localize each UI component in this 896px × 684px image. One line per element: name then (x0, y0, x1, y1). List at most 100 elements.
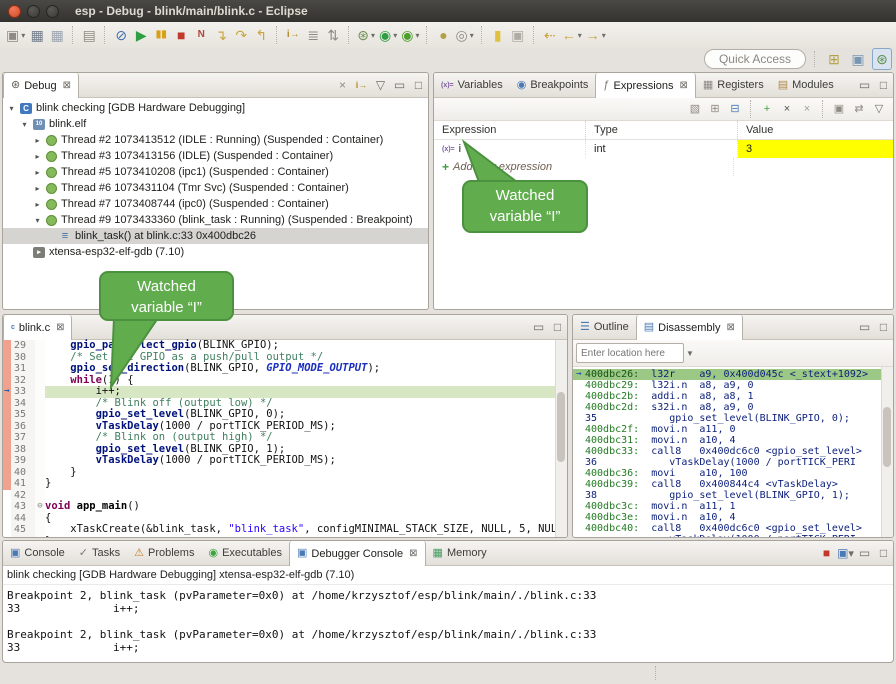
disassembly-line[interactable]: 36 vTaskDelay(1000 / portTICK_PERI (573, 457, 893, 468)
maximize-button[interactable]: □ (409, 73, 428, 97)
debug-button[interactable]: ⊛▾ (355, 24, 377, 46)
debug-tree-item[interactable]: ▸Thread #3 1073413156 (IDLE) (Suspended … (3, 148, 428, 164)
open-perspective-button[interactable]: ⊞ (824, 48, 844, 70)
disassembly-line[interactable]: 400dbc3e: movi.n a10, 4 (573, 512, 893, 523)
tab-debugger-console[interactable]: ▣Debugger Console⊠ (289, 541, 426, 566)
tab-registers[interactable]: ▦Registers (696, 73, 771, 97)
disassembly-line[interactable]: 400dbc3c: movi.n a11, 1 (573, 501, 893, 512)
expander-icon[interactable]: ▸ (33, 152, 42, 161)
editor-scrollbar[interactable] (555, 340, 567, 538)
build-button[interactable]: ▤ (79, 24, 99, 46)
location-dropdown-icon[interactable]: ▼ (686, 349, 694, 358)
terminate-button[interactable]: ■ (171, 24, 191, 46)
code-line[interactable]: 45 xTaskCreate(&blink_task, "blink_task"… (3, 524, 567, 536)
debug-tree-item[interactable]: ▾10blink.elf (3, 116, 428, 132)
add-expression-row[interactable]: +Add new expression (434, 158, 893, 176)
tab-variables[interactable]: (x)=Variables (434, 73, 510, 97)
close-icon[interactable]: ⊠ (409, 548, 417, 559)
disassembly-line[interactable]: 38 gpio_set_level(BLINK_GPIO, 1); (573, 490, 893, 501)
show-type-names-button[interactable]: ▧ (685, 100, 705, 118)
disassembly-line[interactable]: vTaskDelay(1000 / portTICK PERI (573, 534, 893, 538)
column-header-value[interactable]: Value (738, 121, 893, 139)
run-button[interactable]: ◉▾ (377, 24, 399, 46)
disassembly-line[interactable]: 400dbc2d: s32i.n a8, a9, 0 (573, 402, 893, 413)
expander-icon[interactable]: ▸ (33, 200, 42, 209)
collapse-all-button[interactable]: ⊟ (725, 100, 745, 118)
minimize-button[interactable]: ▭ (529, 315, 548, 339)
tab-modules[interactable]: ▤Modules (771, 73, 841, 97)
code-line[interactable]: 39 vTaskDelay(1000 / portTICK_PERIOD_MS)… (3, 455, 567, 467)
external-tools-button[interactable]: ◉▾ (399, 24, 421, 46)
debug-tree-item[interactable]: ▸Thread #2 1073413512 (IDLE : Running) (… (3, 132, 428, 148)
drop-to-frame-button[interactable]: ⇅ (323, 24, 343, 46)
debug-tree-item[interactable]: ▾Cblink checking [GDB Hardware Debugging… (3, 100, 428, 116)
tab-expressions[interactable]: ƒExpressions⊠ (595, 73, 695, 98)
disassembly-line[interactable]: 400dbc36: movi a10, 100 (573, 468, 893, 479)
search-button[interactable]: ◎▾ (453, 24, 475, 46)
forward-button[interactable]: →▾ (584, 24, 608, 46)
column-header-expression[interactable]: Expression (434, 121, 586, 139)
maximize-button[interactable]: □ (874, 541, 893, 565)
code-line[interactable]: 46} (3, 536, 567, 539)
new-wizard-button[interactable]: ▣▾ (4, 24, 27, 46)
disassembly-line[interactable]: 400dbc33: call8 0x400dc6c0 <gpio_set_lev… (573, 446, 893, 457)
view-menu-button[interactable]: ▽ (371, 73, 390, 97)
disconnect-button[interactable]: N (191, 24, 211, 46)
disassembly-scrollbar-thumb[interactable] (883, 407, 891, 467)
link-view-button[interactable]: ⇄ (849, 100, 869, 118)
editor-scrollbar-thumb[interactable] (557, 392, 565, 462)
window-maximize-button[interactable] (46, 5, 59, 18)
disassembly-line[interactable]: 35 gpio_set_level(BLINK_GPIO, 0); (573, 413, 893, 424)
tab-disassembly[interactable]: ▤Disassembly⊠ (636, 315, 743, 340)
close-icon[interactable]: ⊠ (679, 80, 687, 91)
use-step-filters-button[interactable]: ≣ (303, 24, 323, 46)
tab-breakpoints[interactable]: ◉Breakpoints (510, 73, 596, 97)
terminate-console-button[interactable]: ■ (817, 541, 836, 565)
console-output[interactable]: Breakpoint 2, blink_task (pvParameter=0x… (3, 585, 893, 654)
show-logical-structures-button[interactable]: ⊞ (705, 100, 725, 118)
expander-icon[interactable]: ▾ (33, 216, 42, 225)
tab-executables[interactable]: ◉Executables (201, 541, 289, 565)
tab-blink-c[interactable]: cblink.c⊠ (3, 315, 72, 340)
code-line[interactable]: 41} (3, 478, 567, 490)
code-line[interactable]: 40 } (3, 467, 567, 479)
tab-debug[interactable]: ⊛Debug⊠ (3, 73, 79, 98)
disassembly-line[interactable]: 400dbc2f: movi.n a11, 0 (573, 424, 893, 435)
add-expression-button[interactable]: + (757, 100, 777, 118)
debug-tree-item[interactable]: ≡blink_task() at blink.c:33 0x400dbc26 (3, 228, 428, 244)
window-minimize-button[interactable] (27, 5, 40, 18)
annotations-button[interactable]: ▣ (508, 24, 528, 46)
expander-icon[interactable]: ▸ (33, 184, 42, 193)
expander-icon[interactable]: ▸ (33, 136, 42, 145)
remove-all-terminated-button[interactable]: × (333, 73, 352, 97)
disassembly-line[interactable]: 400dbc39: call8 0x400844c4 <vTaskDelay> (573, 479, 893, 490)
resume-button[interactable]: ▶ (131, 24, 151, 46)
tab-outline[interactable]: ☰Outline (573, 315, 636, 339)
location-input[interactable] (576, 343, 684, 363)
fold-marker[interactable]: ⊖ (35, 501, 45, 513)
close-icon[interactable]: ⊠ (63, 80, 71, 91)
mark-occurrences-button[interactable]: ▮ (488, 24, 508, 46)
close-icon[interactable]: ⊠ (727, 322, 735, 333)
save-button[interactable]: ▦ (27, 24, 47, 46)
save-all-button[interactable]: ▦ (47, 24, 67, 46)
maximize-button[interactable]: □ (874, 315, 893, 339)
disassembly-line[interactable]: 400dbc31: movi.n a10, 4 (573, 435, 893, 446)
tab-tasks[interactable]: ✓Tasks (72, 541, 127, 565)
close-icon[interactable]: ⊠ (56, 322, 64, 333)
expander-icon[interactable]: ▾ (7, 104, 16, 113)
disassembly-line[interactable]: 400dbc29: l32i.n a8, a9, 0 (573, 380, 893, 391)
expression-row[interactable]: (x)=iint3 (434, 140, 893, 158)
step-over-button[interactable]: ↷ (231, 24, 251, 46)
tab-problems[interactable]: ⚠Problems (127, 541, 201, 565)
code-editor[interactable]: 29 gpio_pad_select_gpio(BLINK_GPIO);30 /… (3, 340, 567, 538)
open-type-button[interactable]: ● (433, 24, 453, 46)
disassembly-line[interactable]: 400dbc40: call8 0x400dc6c0 <gpio_set_lev… (573, 523, 893, 534)
suspend-button[interactable]: ▮▮ (151, 24, 171, 46)
window-close-button[interactable] (8, 5, 21, 18)
instruction-stepping-toggle[interactable]: i→ (352, 73, 371, 97)
step-into-button[interactable]: ↴ (211, 24, 231, 46)
debug-tree-item[interactable]: ▸Thread #7 1073408744 (ipc0) (Suspended … (3, 196, 428, 212)
expander-icon[interactable]: ▾ (20, 120, 29, 129)
disassembly-line[interactable]: →400dbc26: l32r a9, 0x400d045c <_stext+1… (573, 369, 893, 380)
